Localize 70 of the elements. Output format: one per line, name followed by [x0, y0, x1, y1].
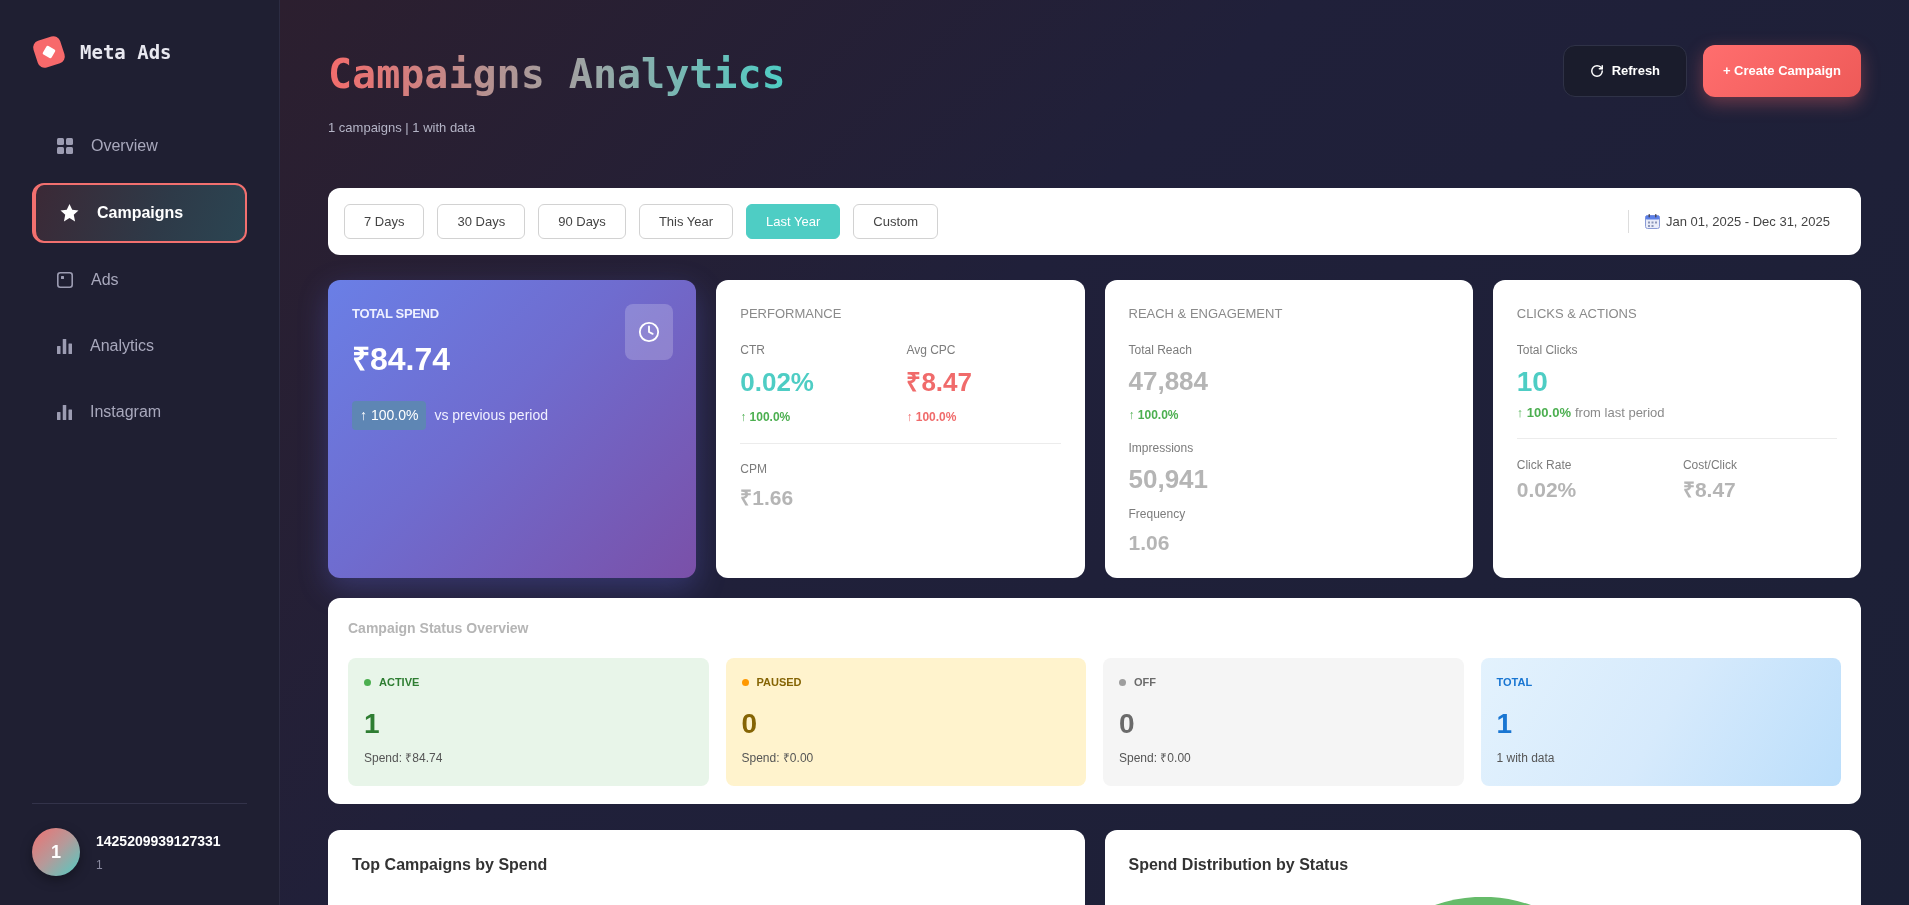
change-text: ↑ 100.0% — [1128, 408, 1179, 422]
status-detail: 1 with data — [1496, 750, 1556, 766]
nav-item[interactable]: Campaigns — [32, 183, 247, 243]
user-avatar: 1 — [32, 828, 80, 876]
range-button[interactable]: This Year — [638, 204, 734, 239]
status-count: 1 — [1496, 707, 1514, 741]
change-note: vs previous period — [434, 406, 548, 425]
status-count: 1 — [364, 707, 381, 741]
metric-value: 0.02% — [740, 369, 814, 395]
refresh-icon — [1589, 64, 1604, 78]
brand-name: Meta Ads — [80, 39, 172, 65]
change-note: from last period — [1574, 404, 1665, 422]
nav-item[interactable]: Instagram — [32, 383, 247, 441]
range-button[interactable]: Custom — [853, 204, 939, 239]
grid-icon — [57, 138, 73, 154]
nav-item[interactable]: Ads — [32, 251, 247, 309]
status-count: 0 — [741, 707, 759, 741]
metric-value: ₹1.66 — [740, 486, 794, 508]
metric-value: 10 — [1516, 368, 1548, 396]
card-title: REACH & ENGAGEMENT — [1128, 305, 1284, 323]
card-title: PERFORMANCE — [740, 305, 843, 323]
panel-title: Spend Distribution by Status — [1128, 855, 1349, 875]
status-detail: Spend: ₹0.00 — [1119, 750, 1192, 766]
refresh-button[interactable]: Refresh — [1562, 45, 1687, 97]
metric-label: Avg CPC — [906, 342, 957, 358]
status-label: TOTAL — [1496, 674, 1533, 690]
metric-value: 1.06 — [1128, 531, 1170, 553]
change-text: ↑ 100.0% — [906, 410, 957, 424]
section-title: Campaign Status Overview — [348, 619, 530, 638]
user-name: 1425209939127331 — [96, 831, 221, 851]
spend-value: ₹84.74 — [352, 340, 452, 379]
status-detail: Spend: ₹84.74 — [364, 750, 444, 766]
user-subtitle: 1 — [96, 856, 104, 874]
change-text: ↑ 100.0% — [740, 410, 791, 424]
nav-item[interactable]: Analytics — [32, 317, 247, 375]
metric-label: Click Rate — [1516, 457, 1573, 473]
metric-label: CTR — [740, 342, 766, 358]
star-icon — [60, 204, 79, 222]
status-label: PAUSED — [756, 674, 802, 690]
square-icon — [57, 272, 73, 288]
metric-label: Total Clicks — [1516, 342, 1579, 358]
metric-value: 50,941 — [1128, 466, 1209, 492]
metric-label: Impressions — [1128, 440, 1195, 456]
page-subtitle: 1 campaigns | 1 with data — [328, 120, 477, 136]
metric-label: CPM — [740, 461, 768, 477]
metric-label: Total Reach — [1128, 342, 1193, 358]
metric-value: 47,884 — [1128, 368, 1209, 394]
change-badge: ↑ 100.0% — [352, 401, 427, 430]
date-range: Jan 01, 2025 - Dec 31, 2025 — [1665, 212, 1830, 231]
status-label: ACTIVE — [379, 674, 420, 690]
metric-value: ₹8.47 — [1682, 478, 1736, 500]
status-detail: Spend: ₹0.00 — [741, 750, 815, 766]
metric-label: Cost/Click — [1682, 457, 1738, 473]
bar-chart-icon — [57, 338, 72, 354]
change-text: ↑ 100.0% — [1516, 404, 1571, 422]
status-count: 0 — [1119, 707, 1136, 741]
card-title: TOTAL SPEND — [352, 305, 440, 323]
range-button[interactable]: 30 Days — [437, 204, 526, 239]
range-button[interactable]: 90 Days — [538, 204, 626, 239]
nav-item[interactable]: Overview — [32, 117, 247, 175]
panel-title: Top Campaigns by Spend — [352, 855, 548, 875]
status-label: OFF — [1134, 674, 1156, 690]
card-title: CLICKS & ACTIONS — [1516, 305, 1638, 323]
calendar-icon — [1644, 214, 1660, 229]
clock-icon — [625, 304, 674, 360]
bar-chart-icon — [57, 404, 72, 420]
metric-value: 0.02% — [1516, 478, 1577, 500]
range-button[interactable]: 7 Days — [344, 204, 425, 239]
metric-label: Frequency — [1128, 506, 1187, 522]
metric-value: ₹8.47 — [906, 369, 972, 395]
